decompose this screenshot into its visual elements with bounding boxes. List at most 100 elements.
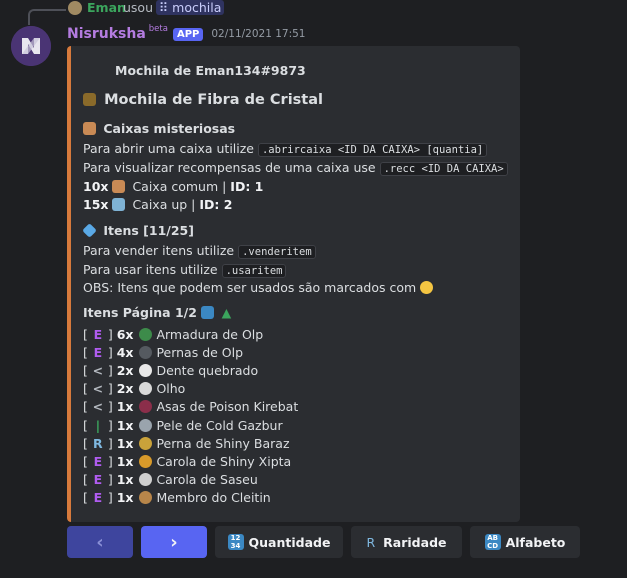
items-page-heading-text: Itens Página 1/2 [83,305,197,320]
box-qty: 15x [83,197,109,212]
item-name: Carola de Saseu [156,471,258,487]
item-row: [ E ] 6x Armadura de Olp [83,326,263,343]
sort-alphabet-button[interactable]: AB CD Alfabeto [470,526,580,558]
reply-command[interactable]: ⠿ mochila [156,0,225,15]
item-icon [139,328,153,341]
diamond-icon [82,223,97,238]
item-icon [139,364,153,378]
item-qty: 4x [116,345,134,361]
bracket: ] [103,417,117,433]
item-name: Asas de Poison Kirebat [156,399,299,415]
item-name: Pernas de Olp [156,345,244,361]
rarity-icon: R [93,435,103,451]
timestamp[interactable]: 02/11/2021 17:51 [211,28,305,40]
item-name: Olho [156,381,186,397]
open-box-command: .abrircaixa <ID DA CAIXA> [quantia] [257,143,488,157]
item-row: [ E ] 4x Pernas de Olp [83,344,243,361]
item-row: [ < ] 2x Dente quebrado [83,362,258,379]
items-sell-text: Para vender itens utilize [83,243,235,258]
item-name: Carola de Shiny Xipta [156,453,292,469]
item-icon [139,418,153,432]
rarity-icon: < [92,363,104,379]
box-row: 10x Caixa comum | ID: 1 [83,178,263,195]
item-icon [139,346,153,360]
beta-label: beta [148,24,168,34]
mystery-box-icon [112,180,126,193]
bracket: [ [83,471,92,487]
boxes-heading-text: Caixas misteriosas [103,121,236,136]
sort-quantity-button[interactable]: 12 34 Quantidade [215,526,343,558]
bracket: [ [83,399,92,415]
rarity-icon: E [93,453,103,469]
up-arrow-icon: ▲ [221,305,232,320]
rarity-icon: E [93,471,103,487]
numbers-keycap-icon: 12 34 [227,534,244,550]
bracket: [ [83,345,92,361]
items-page-heading: Itens Página 1/2 ▲ [83,304,231,321]
sell-item-command: .venderitem [238,245,316,259]
box-name: Caixa comum | [132,179,227,194]
item-icon [139,472,153,486]
message-header: Nisruksha beta APP 02/11/2021 17:51 [67,24,305,43]
reply-avatar[interactable] [68,1,82,15]
item-qty: 6x [116,327,134,342]
item-qty: 2x [116,363,134,379]
item-row: [ R ] 1x Perna de Shiny Baraz [83,435,290,452]
items-sell-line: Para vender itens utilize .venderitem [83,242,316,261]
box-row: 15x Caixa up | ID: 2 [83,196,232,213]
next-page-button[interactable]: › [141,526,207,558]
item-row: [ E ] 1x Carola de Saseu [83,471,258,488]
mystery-box-icon [83,122,96,135]
app-badge: APP [172,27,204,41]
sparkle-icon [420,281,434,294]
bracket: [ [83,381,92,397]
item-qty: 1x [116,399,134,415]
item-row: [ E ] 1x Carola de Shiny Xipta [83,453,291,470]
bracket: ] [103,345,117,361]
items-obs-text: OBS: Itens que podem ser usados são marc… [83,280,417,295]
item-qty: 1x [116,489,134,505]
reply-command-label: mochila [172,0,222,15]
box-name: Caixa up | [132,197,196,212]
bracket: [ [83,489,92,505]
item-icon [139,490,153,504]
boxes-open-text: Para abrir uma caixa utilize [83,141,254,156]
item-qty: 1x [116,453,134,469]
reply-username[interactable]: Eman [87,0,126,15]
embed: Mochila de Eman134#9873 Mochila de Fibra… [67,46,520,522]
rarity-icon: < [92,381,104,397]
bot-logo-icon [11,26,51,66]
prev-page-button[interactable]: ‹ [67,526,133,558]
items-obs-line: OBS: Itens que podem ser usados são marc… [83,279,436,296]
bracket: ] [103,363,117,379]
bracket: [ [83,417,92,433]
sort-rarity-button[interactable]: R Raridade [351,526,462,558]
box-id: ID: 1 [230,179,264,194]
bracket: [ [83,435,92,451]
embed-title: Mochila de Fibra de Cristal [83,92,323,109]
embed-author: Mochila de Eman134#9873 [115,63,306,78]
avatar[interactable] [11,26,51,66]
box-id: ID: 2 [199,197,233,212]
item-name: Perna de Shiny Baraz [156,435,290,451]
item-icon [139,400,153,414]
next-page-label: › [170,531,178,553]
item-row: [ < ] 2x Olho [83,380,185,397]
bracket: [ [83,453,92,469]
bracket: [ [83,363,92,379]
items-use-text: Para usar itens utilize [83,262,218,277]
item-icon [139,382,153,396]
author-name[interactable]: Nisruksha [67,26,146,42]
item-qty: 2x [116,381,134,397]
prev-page-label: ‹ [96,531,104,553]
item-row: [ E ] 1x Membro do Cleitin [83,489,271,506]
bracket: ] [103,453,117,469]
bracket: ] [103,435,117,451]
boxes-open-line: Para abrir uma caixa utilize .abrircaixa… [83,140,488,159]
bracket: [ [83,327,92,342]
use-item-command: .usaritem [221,264,287,278]
rarity-icon: < [92,399,104,415]
item-row: [ | ] 1x Pele de Cold Gazbur [83,417,283,434]
box-qty: 10x [83,179,109,194]
sort-quantity-label: Quantidade [248,534,331,550]
